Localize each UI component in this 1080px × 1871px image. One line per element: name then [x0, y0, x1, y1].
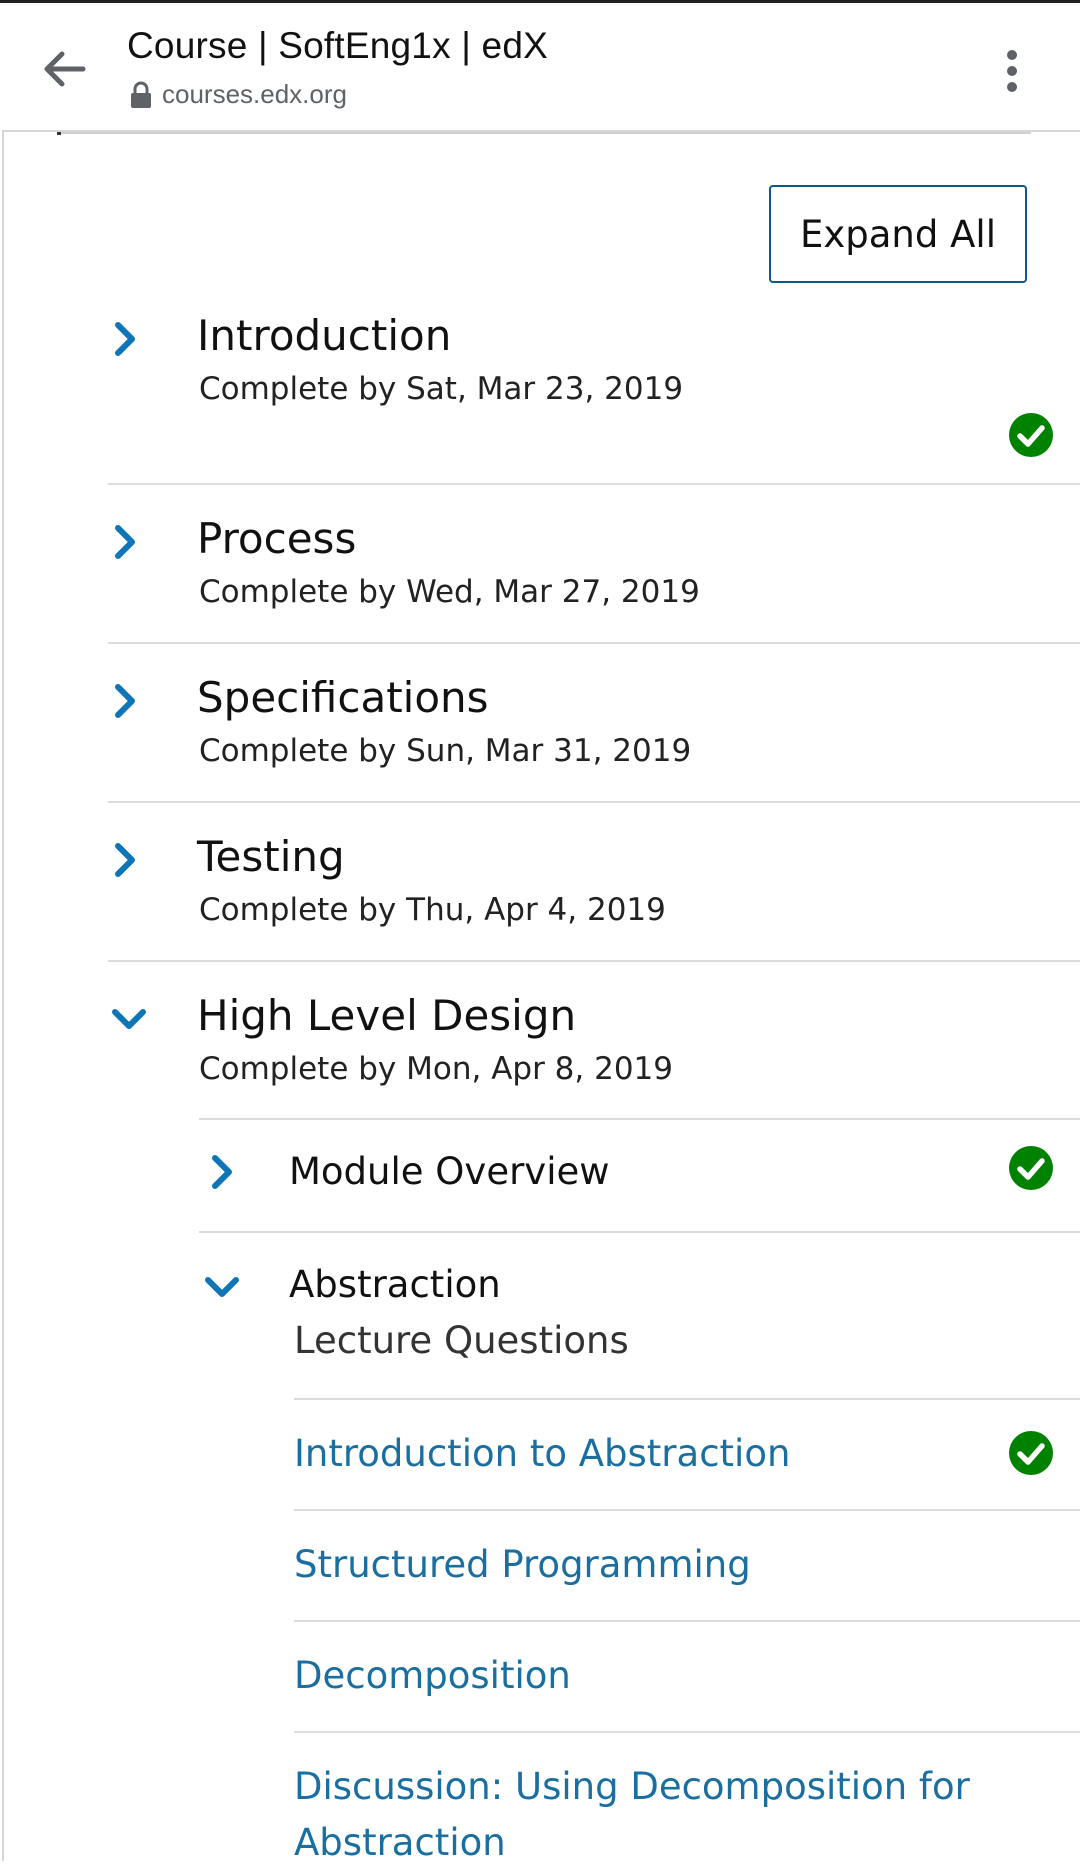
- browser-header: Course | SoftEng1x | edX courses.edx.org: [0, 3, 1080, 130]
- subsection-title: Abstraction: [289, 1263, 501, 1306]
- unit-link-introduction-to-abstraction[interactable]: Introduction to Abstraction: [294, 1426, 790, 1482]
- section-process[interactable]: Process Complete by Wed, Mar 27, 2019: [108, 508, 1080, 642]
- check-circle-icon: [1009, 413, 1053, 457]
- divider: [294, 1398, 1080, 1400]
- expand-all-button[interactable]: Expand All: [769, 185, 1027, 283]
- chevron-down-icon: [205, 1277, 239, 1297]
- divider: [59, 132, 1031, 134]
- subsection-module-overview[interactable]: Module Overview: [199, 1120, 1080, 1230]
- section-title: Testing: [197, 832, 345, 881]
- divider-mark: [57, 132, 61, 135]
- section-due-date: Complete by Mon, Apr 8, 2019: [199, 1051, 674, 1087]
- section-title: Specifications: [197, 673, 489, 722]
- lock-icon: [131, 81, 151, 108]
- divider: [108, 960, 1080, 962]
- section-due-date: Complete by Wed, Mar 27, 2019: [199, 574, 700, 610]
- section-testing[interactable]: Testing Complete by Thu, Apr 4, 2019: [108, 826, 1080, 960]
- url-bar[interactable]: courses.edx.org: [130, 79, 347, 110]
- section-due-date: Complete by Sun, Mar 31, 2019: [199, 733, 692, 769]
- divider: [294, 1620, 1080, 1622]
- section-title: Process: [197, 514, 357, 563]
- divider: [294, 1509, 1080, 1511]
- divider: [294, 1731, 1080, 1733]
- section-due-date: Complete by Thu, Apr 4, 2019: [199, 892, 666, 928]
- unit-link-discussion-decomposition[interactable]: Discussion: Using Decomposition for Abst…: [294, 1759, 994, 1871]
- overflow-menu-button[interactable]: [994, 43, 1030, 99]
- unit-link-structured-programming[interactable]: Structured Programming: [294, 1537, 751, 1593]
- section-title: Introduction: [197, 311, 452, 360]
- section-high-level-design[interactable]: High Level Design Complete by Mon, Apr 8…: [108, 985, 1080, 1119]
- chevron-right-icon: [115, 843, 135, 877]
- unit-link-decomposition[interactable]: Decomposition: [294, 1648, 571, 1704]
- subsection-caption: Lecture Questions: [294, 1319, 629, 1362]
- chevron-right-icon: [115, 322, 135, 356]
- chevron-right-icon: [115, 525, 135, 559]
- subsection-abstraction[interactable]: Abstraction Lecture Questions: [199, 1233, 1080, 1398]
- back-button[interactable]: [36, 41, 92, 97]
- more-vert-icon: [1007, 50, 1017, 92]
- url-text: courses.edx.org: [162, 79, 347, 109]
- page-title: Course | SoftEng1x | edX: [127, 25, 548, 66]
- check-circle-icon: [1009, 1431, 1053, 1475]
- subsection-title: Module Overview: [289, 1150, 610, 1193]
- divider: [108, 801, 1080, 803]
- divider: [108, 642, 1080, 644]
- section-specifications[interactable]: Specifications Complete by Sun, Mar 31, …: [108, 667, 1080, 801]
- chevron-down-icon: [112, 1009, 146, 1029]
- divider: [108, 483, 1080, 485]
- arrow-left-icon: [44, 51, 86, 87]
- section-introduction[interactable]: Introduction Complete by Sat, Mar 23, 20…: [108, 305, 1080, 485]
- section-title: High Level Design: [197, 991, 577, 1040]
- section-due-date: Complete by Sat, Mar 23, 2019: [199, 371, 684, 407]
- chevron-right-icon: [115, 684, 135, 718]
- check-circle-icon: [1009, 1146, 1053, 1190]
- chevron-right-icon: [212, 1155, 232, 1189]
